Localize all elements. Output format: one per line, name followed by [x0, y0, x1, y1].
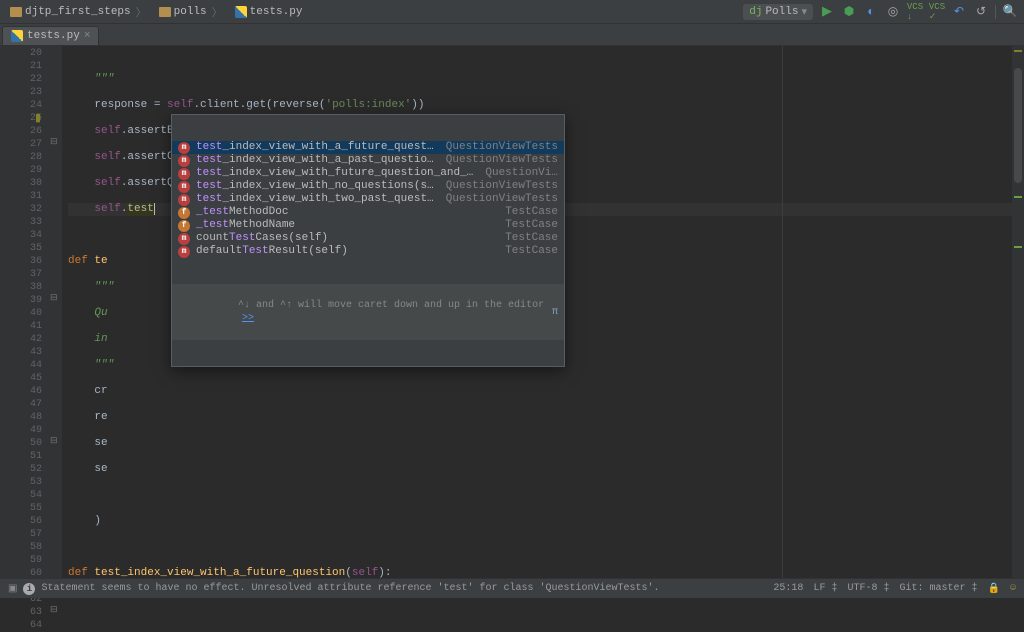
run-configuration-selector[interactable]: dj Polls ▾	[743, 4, 813, 20]
crumb-folder[interactable]: polls 〉	[155, 2, 229, 22]
method-icon: m	[178, 246, 190, 258]
dropdown-arrow-icon: ▾	[801, 5, 807, 19]
autocomplete-item-origin: TestCase	[505, 206, 558, 219]
autocomplete-item-name: test_index_view_with_a_past_question(sel…	[196, 154, 438, 167]
method-icon: m	[178, 194, 190, 206]
autocomplete-item[interactable]: f _testMethodName TestCase	[172, 219, 564, 232]
top-navigation: djtp_first_steps 〉 polls 〉 tests.py dj P…	[0, 0, 1024, 24]
autocomplete-item[interactable]: m test_index_view_with_a_past_question(se…	[172, 154, 564, 167]
vcs-history-button[interactable]: ↶	[951, 4, 967, 20]
autocomplete-item[interactable]: m test_index_view_with_a_future_question(…	[172, 141, 564, 154]
run-with-coverage-button[interactable]: ◐	[863, 4, 879, 20]
autocomplete-item-name: defaultTestResult(self)	[196, 245, 497, 258]
folder-icon	[159, 7, 171, 17]
autocomplete-item[interactable]: m test_index_view_with_future_question_an…	[172, 167, 564, 180]
chevron-right-icon: 〉	[212, 4, 223, 20]
method-icon: m	[178, 181, 190, 193]
inspection-stripe[interactable]	[1014, 246, 1022, 248]
vcs-update-button[interactable]: VCS↓	[907, 4, 923, 20]
close-tab-icon[interactable]: ×	[84, 30, 91, 42]
right-margin-guide	[782, 46, 783, 578]
autocomplete-item-origin: TestCase	[505, 245, 558, 258]
autocomplete-item-origin: QuestionVi…	[485, 167, 558, 180]
crumb-folder-label: polls	[174, 6, 207, 18]
vcs-commit-button[interactable]: VCS✓	[929, 4, 945, 20]
tab-label: tests.py	[27, 30, 80, 42]
autocomplete-item-origin: QuestionViewTests	[446, 154, 558, 167]
autocomplete-item[interactable]: m test_index_view_with_no_questions(self)…	[172, 180, 564, 193]
revert-button[interactable]: ↺	[973, 4, 989, 20]
status-bar: ▣ i Statement seems to have no effect. U…	[0, 578, 1024, 598]
python-file-icon	[11, 30, 23, 42]
autocomplete-item-origin: QuestionViewTests	[446, 141, 558, 154]
breadcrumb: djtp_first_steps 〉 polls 〉 tests.py	[6, 2, 306, 22]
autocomplete-item-name: test_index_view_with_no_questions(self)	[196, 180, 438, 193]
crumb-project-label: djtp_first_steps	[25, 6, 131, 18]
tab-tests-py[interactable]: tests.py ×	[2, 26, 99, 45]
search-everywhere-button[interactable]: 🔍	[1002, 4, 1018, 20]
crumb-file[interactable]: tests.py	[231, 4, 307, 20]
method-icon: m	[178, 142, 190, 154]
autocomplete-popup: m test_index_view_with_a_future_question(…	[171, 114, 565, 367]
autocomplete-item-name: test_index_view_with_two_past_questions(…	[196, 193, 438, 206]
line-number-gutter[interactable]: 2021222324252627282930313233343536373839…	[18, 46, 48, 578]
python-file-icon	[235, 6, 247, 18]
warning-stripe[interactable]	[1014, 50, 1022, 52]
lock-icon[interactable]: 🔒	[988, 583, 1000, 595]
attach-button[interactable]: ◎	[885, 4, 901, 20]
autocomplete-item-name: _testMethodDoc	[196, 206, 497, 219]
chevron-right-icon: 〉	[136, 4, 147, 20]
autocomplete-item-name: _testMethodName	[196, 219, 497, 232]
git-branch[interactable]: Git: master ‡	[900, 583, 978, 594]
autocomplete-hint: ^↓ and ^↑ will move caret down and up in…	[172, 284, 564, 340]
editor: 2021222324252627282930313233343536373839…	[0, 46, 1024, 578]
inspection-message[interactable]: Statement seems to have no effect. Unres…	[41, 583, 659, 594]
toolbar-right: dj Polls ▾ ▶ ⬢ ◐ ◎ VCS↓ VCS✓ ↶ ↺ 🔍	[743, 4, 1018, 20]
field-icon: f	[178, 220, 190, 232]
autocomplete-item[interactable]: f _testMethodDoc TestCase	[172, 206, 564, 219]
autocomplete-item-origin: TestCase	[505, 219, 558, 232]
autocomplete-item-name: test_index_view_with_a_future_question(s…	[196, 141, 438, 154]
hector-icon[interactable]: ☺	[1010, 583, 1016, 594]
autocomplete-item-name: countTestCases(self)	[196, 232, 497, 245]
autocomplete-item[interactable]: m countTestCases(self) TestCase	[172, 232, 564, 245]
autocomplete-item-origin: QuestionViewTests	[446, 180, 558, 193]
separator	[995, 5, 996, 19]
autocomplete-item-origin: QuestionViewTests	[446, 193, 558, 206]
method-icon: m	[178, 155, 190, 167]
tool-window-toggle-icon[interactable]: ▣	[8, 583, 17, 595]
caret-position[interactable]: 25:18	[773, 583, 803, 594]
crumb-project[interactable]: djtp_first_steps 〉	[6, 2, 153, 22]
code-area[interactable]: """ response = self.client.get(reverse('…	[62, 46, 1024, 578]
pi-icon: π	[552, 306, 558, 319]
ac-hint-text: ^↓ and ^↑ will move caret down and up in…	[238, 300, 544, 311]
file-encoding[interactable]: UTF-8 ‡	[847, 583, 889, 594]
field-icon: f	[178, 207, 190, 219]
method-icon: m	[178, 168, 190, 180]
debug-button[interactable]: ⬢	[841, 4, 857, 20]
editor-tabs: tests.py ×	[0, 24, 1024, 46]
left-gutter-strip	[0, 46, 18, 578]
line-separator[interactable]: LF ‡	[813, 583, 837, 594]
vertical-scrollbar[interactable]	[1012, 46, 1024, 578]
method-icon: m	[178, 233, 190, 245]
info-icon: i	[23, 583, 35, 595]
inspection-stripe[interactable]	[1014, 196, 1022, 198]
scrollbar-thumb[interactable]	[1014, 68, 1022, 183]
folder-icon	[10, 7, 22, 17]
fold-gutter[interactable]: ▮⊟⊟⊟⊟	[48, 46, 62, 578]
autocomplete-more-link[interactable]: >>	[242, 313, 254, 324]
autocomplete-item[interactable]: m defaultTestResult(self) TestCase	[172, 245, 564, 258]
django-icon: dj	[749, 6, 762, 18]
run-config-label: Polls	[765, 6, 798, 18]
autocomplete-item-name: test_index_view_with_future_question_and…	[196, 167, 477, 180]
crumb-file-label: tests.py	[250, 6, 303, 18]
run-button[interactable]: ▶	[819, 4, 835, 20]
autocomplete-item[interactable]: m test_index_view_with_two_past_questions…	[172, 193, 564, 206]
autocomplete-item-origin: TestCase	[505, 232, 558, 245]
